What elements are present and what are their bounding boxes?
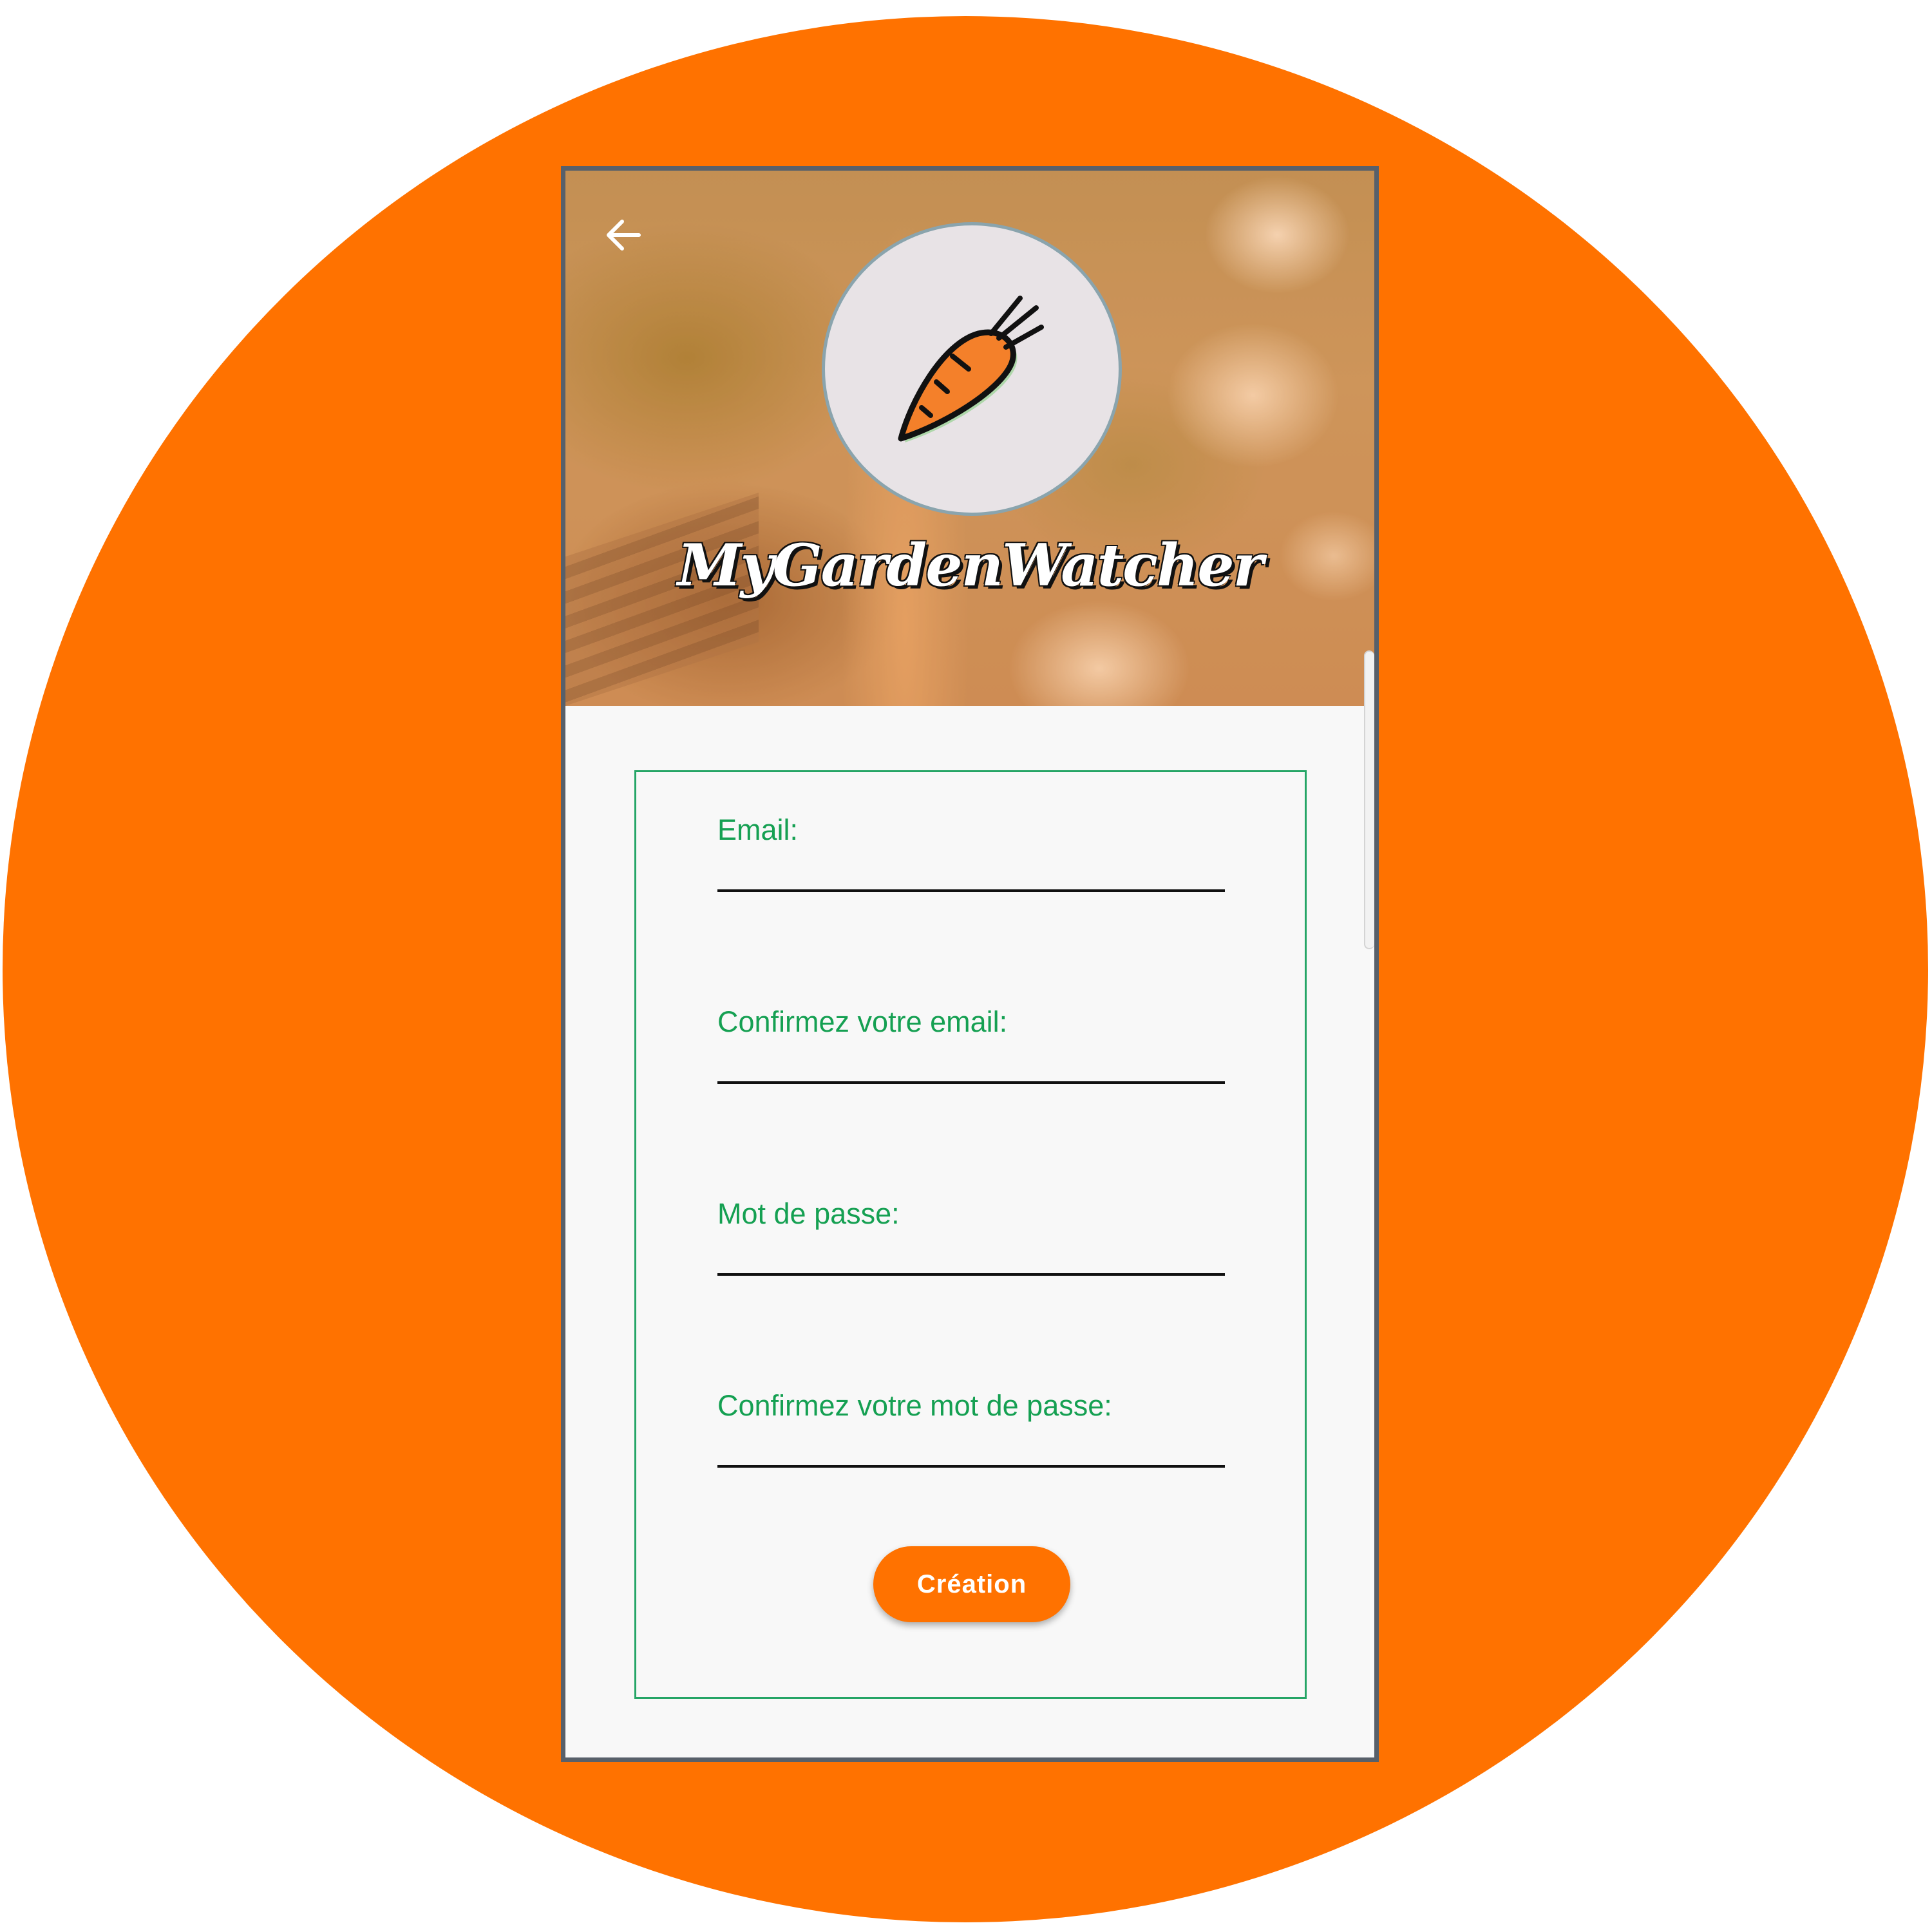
screen: MyGardenWatcher Email: Confirmez votre e… bbox=[0, 0, 1932, 1932]
app-logo bbox=[822, 222, 1122, 516]
password-input[interactable] bbox=[717, 1238, 1225, 1276]
app-title: MyGardenWatcher bbox=[677, 531, 1264, 600]
password-label: Mot de passe: bbox=[717, 1197, 900, 1230]
email-field: Email: bbox=[717, 811, 1225, 892]
confirm-email-label: Confirmez votre email: bbox=[717, 1005, 1008, 1038]
confirm-password-field: Confirmez votre mot de passe: bbox=[717, 1387, 1225, 1468]
scrollbar[interactable] bbox=[1364, 650, 1374, 949]
confirm-email-input[interactable] bbox=[717, 1046, 1225, 1084]
password-field: Mot de passe: bbox=[717, 1195, 1225, 1276]
confirm-email-field: Confirmez votre email: bbox=[717, 1003, 1225, 1084]
confirm-password-label: Confirmez votre mot de passe: bbox=[717, 1389, 1112, 1422]
arrow-left-icon bbox=[607, 220, 641, 251]
carrot-icon bbox=[898, 296, 1044, 442]
header-banner: MyGardenWatcher bbox=[565, 171, 1374, 706]
confirm-password-input[interactable] bbox=[717, 1430, 1225, 1468]
back-button[interactable] bbox=[598, 209, 649, 261]
email-label: Email: bbox=[717, 813, 799, 846]
create-account-button[interactable]: Création bbox=[873, 1546, 1070, 1622]
signup-form: Email: Confirmez votre email: Mot de pas… bbox=[634, 770, 1307, 1699]
phone-frame: MyGardenWatcher Email: Confirmez votre e… bbox=[561, 166, 1379, 1762]
email-input[interactable] bbox=[717, 855, 1225, 892]
